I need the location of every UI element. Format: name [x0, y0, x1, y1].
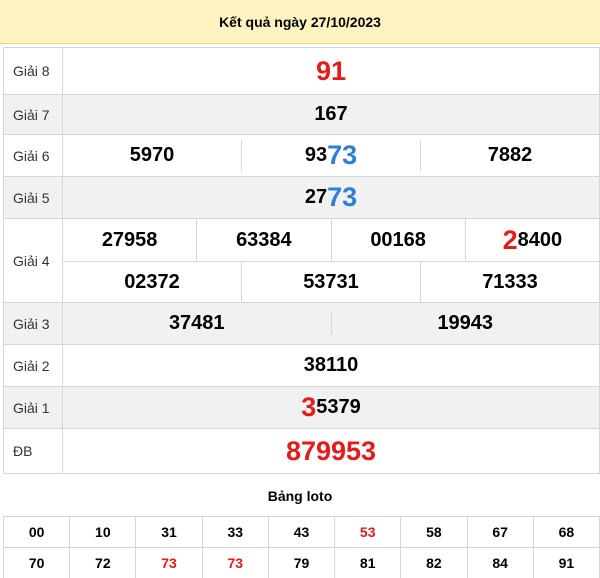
prize-label: Giải 5 [3, 176, 63, 219]
prize-row-g2: Giải 2 38110 [3, 344, 600, 387]
prize-value: 3 5379 [63, 392, 599, 423]
prize-row-g1: Giải 1 3 5379 [3, 386, 600, 429]
prize-label: Giải 3 [3, 302, 63, 345]
loto-number: 81 [334, 547, 402, 578]
loto-number: 67 [466, 516, 534, 548]
prize-value: 00168 [330, 219, 465, 261]
prize-value-rest: 5379 [316, 396, 361, 418]
prize-row-g4: Giải 4 27958 63384 00168 2 8400 02372 537… [3, 218, 600, 303]
loto-number: 31 [135, 516, 203, 548]
loto-number: 79 [267, 547, 336, 578]
loto-number: 72 [69, 547, 137, 578]
loto-row: 00 10 31 33 43 53 58 67 68 [2, 516, 600, 548]
prize-value: 02372 [124, 270, 180, 293]
prize-row-g7: Giải 7 167 [3, 94, 600, 135]
prize-value: 27958 [101, 228, 158, 251]
loto-number: 91 [532, 547, 600, 578]
loto-number: 84 [466, 547, 534, 578]
prize-row-db: ĐB 879953 [3, 428, 600, 474]
page-title: Kết quả ngày 27/10/2023 [219, 13, 381, 30]
prize-label: Giải 4 [3, 218, 63, 303]
loto-number: 68 [532, 516, 600, 548]
loto-number: 10 [69, 516, 137, 548]
prize-value: 53731 [241, 262, 420, 302]
prize-value: 91 [315, 55, 347, 86]
loto-number: 82 [400, 547, 468, 578]
prize-label: Giải 6 [3, 134, 63, 177]
prize-value: 37481 [168, 312, 225, 334]
prize-value-highlight: 2 [502, 224, 518, 255]
prize-label: Giải 2 [3, 344, 63, 387]
prize-value-highlight: 3 [301, 392, 317, 422]
prize-row-g6: Giải 6 5970 93 73 7882 [3, 134, 600, 177]
prize-row-g5: Giải 5 27 73 [3, 176, 600, 219]
prize-value: 2 8400 [464, 219, 599, 261]
prize-row-g3: Giải 3 37481 19943 [3, 302, 600, 345]
prize-value: 19943 [330, 312, 600, 335]
prize-value: 27 73 [63, 182, 599, 213]
prize-label: Giải 8 [3, 47, 63, 95]
prize-value-highlight: 73 [327, 140, 358, 170]
prize-value: 7882 [420, 140, 599, 171]
prize-value-rest: 8400 [517, 228, 563, 251]
loto-number: 70 [2, 547, 71, 578]
prize-label: Giải 1 [3, 386, 63, 429]
loto-number: 33 [201, 516, 269, 548]
prize-value: 71333 [420, 262, 599, 302]
prize-value: 167 [314, 103, 348, 125]
prize-row-g8: Giải 8 91 [3, 47, 600, 95]
loto-number: 73 [201, 547, 269, 578]
loto-row: 70 72 73 73 79 81 82 84 91 [2, 547, 600, 578]
loto-number: 43 [267, 516, 336, 548]
loto-number: 53 [334, 516, 402, 548]
prize-value: 38110 [303, 354, 359, 376]
prize-value: 879953 [285, 435, 377, 466]
loto-number: 00 [2, 516, 71, 548]
prize-label: ĐB [3, 428, 63, 474]
prize-value-prefix: 93 [304, 144, 328, 166]
loto-number: 73 [135, 547, 203, 578]
prize-value: 93 73 [241, 140, 420, 171]
loto-number: 58 [400, 516, 468, 548]
prize-value: 63384 [196, 219, 330, 261]
loto-table: 00 10 31 33 43 53 58 67 68 70 72 73 73 79 81 82 84 91 [2, 516, 600, 578]
prize-label: Giải 7 [3, 94, 63, 135]
results-table: Giải 8 91 Giải 7 167 Giải 6 5970 93 73 78… [3, 47, 600, 474]
prize-value-prefix: 27 [304, 186, 328, 208]
loto-title: Bảng loto [267, 488, 333, 504]
prize-value: 5970 [129, 144, 175, 166]
results-header: Kết quả ngày 27/10/2023 [0, 0, 600, 44]
prize-value-highlight: 73 [327, 182, 358, 212]
